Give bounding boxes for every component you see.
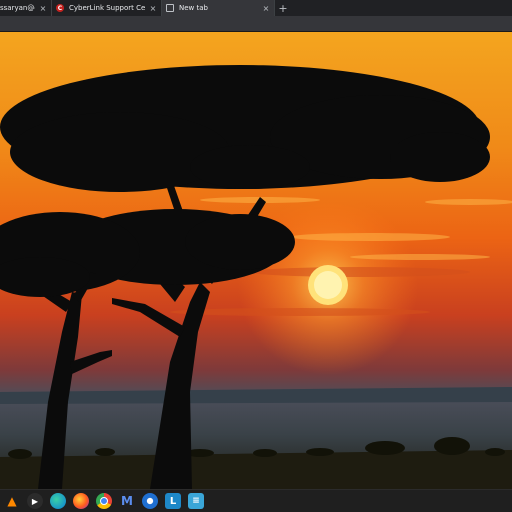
sunset-acacia-wallpaper [0, 32, 512, 489]
tab-cyberlink-support[interactable]: C CyberLink Support Center × [52, 0, 162, 16]
launcher-icon[interactable]: L [165, 493, 181, 509]
firefox-icon[interactable] [73, 493, 89, 509]
newtab-favicon-icon [166, 4, 174, 12]
media-player-icon[interactable]: ▶ [27, 493, 43, 509]
tab-label: CyberLink Support Center [69, 4, 145, 12]
malwarebytes-icon[interactable]: M [119, 493, 135, 509]
tab-email[interactable]: ssaryan@ot × [0, 0, 52, 16]
vlc-icon[interactable]: ▲ [4, 493, 20, 509]
tab-label: New tab [179, 4, 208, 12]
tab-label: ssaryan@ot [0, 4, 35, 12]
close-tab-icon[interactable]: × [39, 4, 47, 13]
chrome-icon[interactable] [96, 493, 112, 509]
new-tab-page-background [0, 32, 512, 489]
tab-strip: ssaryan@ot × C CyberLink Support Center … [0, 0, 512, 16]
tab-new-tab[interactable]: New tab × [162, 0, 275, 16]
new-tab-button[interactable]: + [275, 0, 291, 16]
close-tab-icon[interactable]: × [262, 4, 270, 13]
edge-icon[interactable] [50, 493, 66, 509]
close-tab-icon[interactable]: × [149, 4, 157, 13]
notepad-icon[interactable]: ≡ [188, 493, 204, 509]
cyberlink-icon[interactable] [142, 493, 158, 509]
windows-taskbar: ▲ ▶ M L ≡ [0, 489, 512, 512]
cyberlink-favicon-icon: C [56, 4, 64, 12]
browser-toolbar [0, 16, 512, 32]
